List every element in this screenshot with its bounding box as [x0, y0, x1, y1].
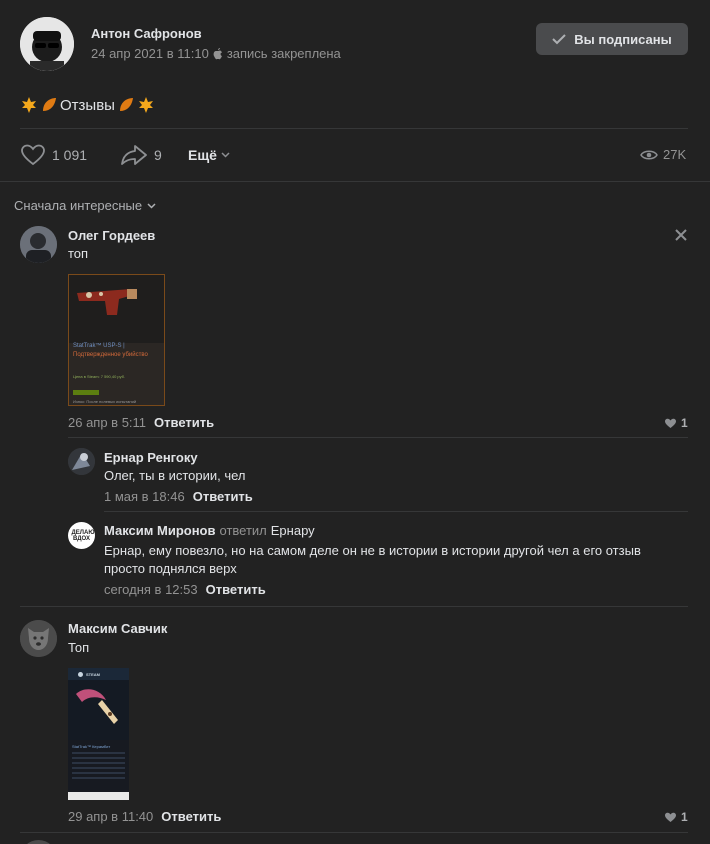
chevron-down-icon	[221, 152, 230, 158]
attachment-line3: Цена в Steam: 7 590,40 руб.	[73, 374, 126, 379]
share-count: 9	[154, 147, 162, 163]
author-avatar-image	[20, 17, 74, 71]
reply-footer: сегодня в 12:53 Ответить	[104, 582, 266, 597]
comment-date[interactable]: 26 апр в 5:11	[68, 415, 146, 430]
comment-footer: 29 апр в 11:40 Ответить	[68, 809, 221, 824]
comment-like-button[interactable]: 1	[664, 416, 688, 430]
attachment-line4: Износ: После полевых испытаний	[73, 399, 137, 404]
more-label: Ещё	[188, 147, 217, 163]
reply-text: Ернар, ему повезло, но на самом деле он …	[104, 543, 641, 576]
divider	[20, 832, 688, 833]
attachment-buy-badge	[73, 390, 99, 395]
deactivated-dog-icon	[20, 620, 57, 657]
comment-author[interactable]: Максим Савчик	[68, 621, 167, 636]
more-button[interactable]: Ещё	[188, 147, 230, 163]
divider	[68, 437, 688, 438]
like-button[interactable]: 1 091	[20, 144, 87, 166]
post-date[interactable]: 24 апр 2021 в 11:10	[91, 46, 209, 61]
subscribed-button[interactable]: Вы подписаны	[536, 23, 688, 55]
reply-date[interactable]: 1 мая в 18:46	[104, 489, 185, 504]
comment-footer: 26 апр в 5:11 Ответить	[68, 415, 214, 430]
divider	[104, 511, 688, 512]
share-button[interactable]: 9	[120, 144, 162, 166]
maple-leaf-icon	[22, 97, 36, 113]
comment-text: Топ	[68, 640, 90, 655]
reply-replied-to[interactable]: Ернару	[271, 523, 315, 538]
reply-avatar[interactable]	[68, 448, 95, 475]
post-author-name[interactable]: Антон Сафронов	[91, 26, 202, 41]
share-icon	[121, 145, 147, 165]
apple-icon	[213, 47, 222, 59]
comment-author[interactable]: Олег Гордеев	[68, 228, 155, 243]
author-avatar[interactable]	[20, 17, 74, 71]
reply-footer: 1 мая в 18:46 Ответить	[104, 489, 253, 504]
comment-attachment-image[interactable]: StatTrak™ USP-S | Подтвержденное убийств…	[68, 274, 165, 406]
knife-image	[68, 680, 129, 740]
steam-label: STEAM	[86, 671, 100, 677]
reply-date[interactable]: сегодня в 12:53	[104, 582, 198, 597]
steam-app-bar: STEAM	[68, 668, 129, 680]
like-count: 1 091	[52, 147, 88, 163]
reply-avatar-image	[68, 448, 95, 475]
attachment-line1: StatTrak™ Керамбит	[72, 744, 111, 749]
post-meta: 24 апр 2021 в 11:10 запись закреплена	[91, 46, 341, 61]
eye-icon	[640, 150, 658, 159]
reply-author[interactable]: Ернар Ренгоку	[104, 450, 198, 465]
comment-date[interactable]: 29 апр в 11:40	[68, 809, 153, 824]
views-counter: 27K	[640, 147, 686, 162]
comment-avatar-image	[20, 226, 57, 263]
close-icon[interactable]	[675, 229, 687, 241]
reply-author[interactable]: Максим Миронов	[104, 523, 216, 538]
fallen-leaf-icon	[43, 98, 56, 111]
reply-button[interactable]: Ответить	[154, 415, 214, 430]
comment-like-button[interactable]: 1	[664, 810, 688, 824]
divider	[20, 128, 688, 129]
reply-text: Олег, ты в истории, чел	[104, 468, 246, 483]
pistol-image	[69, 275, 164, 343]
comment-avatar[interactable]	[20, 226, 57, 263]
attachment-text-block	[72, 752, 125, 782]
comment-attachment-image[interactable]: STEAM StatTrak™ Керамбит	[68, 668, 129, 800]
heart-icon	[665, 418, 676, 428]
comments-sort-dropdown[interactable]: Сначала интересные	[14, 198, 156, 213]
comment-avatar[interactable]	[20, 620, 57, 657]
chevron-down-icon	[147, 202, 156, 209]
maple-leaf-icon	[138, 97, 153, 113]
phone-nav-bar	[68, 792, 129, 800]
reply-button[interactable]: Ответить	[206, 582, 266, 597]
reply-replied-label: ответил	[219, 523, 267, 538]
heart-icon	[21, 144, 45, 166]
post-text: Отзывы	[20, 96, 155, 114]
reply-button[interactable]: Ответить	[161, 809, 221, 824]
reply-avatar[interactable]: ДЕЛАЮ ВДОХ	[68, 522, 95, 549]
subscribed-label: Вы подписаны	[574, 31, 672, 47]
heart-icon	[665, 812, 676, 822]
post-pinned-label: запись закреплена	[226, 46, 341, 61]
comments-sort-label: Сначала интересные	[14, 198, 143, 213]
reply-button[interactable]: Ответить	[193, 489, 253, 504]
views-count: 27K	[663, 147, 687, 162]
comment-like-count: 1	[681, 416, 688, 430]
comment-text: топ	[68, 246, 89, 261]
check-icon	[552, 34, 567, 45]
fallen-leaf-icon	[119, 98, 133, 111]
steam-icon	[78, 671, 83, 677]
reply-header: Максим Миронов ответил Ернару	[104, 523, 315, 538]
post-text-label: Отзывы	[60, 96, 115, 114]
comment-avatar[interactable]	[20, 840, 57, 844]
divider	[20, 606, 688, 607]
reply-avatar-text: ДЕЛАЮ ВДОХ	[71, 529, 95, 542]
attachment-line2: Подтвержденное убийство	[73, 352, 148, 358]
divider	[0, 181, 710, 182]
attachment-line1: StatTrak™ USP-S |	[73, 343, 125, 349]
comment-like-count: 1	[681, 810, 688, 824]
